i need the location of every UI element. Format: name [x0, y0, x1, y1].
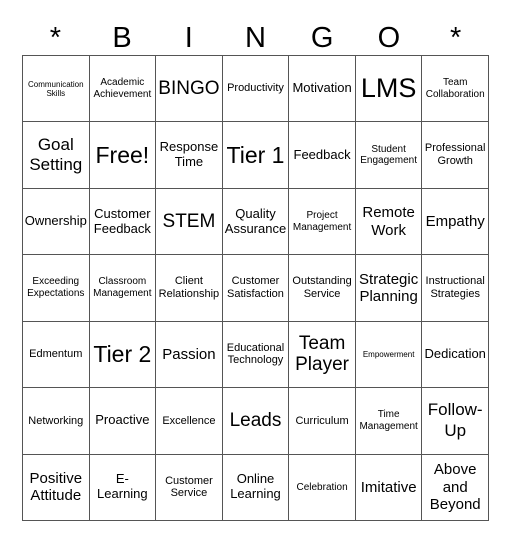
bingo-cell[interactable]: Strategic Planning [355, 255, 423, 322]
header-letter: G [310, 22, 334, 54]
header-letter: N [245, 22, 266, 54]
bingo-cell[interactable]: Project Management [289, 188, 356, 256]
bingo-cell[interactable]: Team Collaboration [422, 56, 489, 123]
bingo-cell[interactable]: Above and Beyond [422, 454, 489, 521]
bingo-cell[interactable]: Customer Satisfaction [222, 255, 290, 322]
bingo-cell[interactable]: Exceeding Expectations [23, 255, 90, 322]
bingo-cell[interactable]: Tier 1 [222, 122, 290, 189]
header-letter: I [184, 22, 193, 54]
bingo-cell[interactable]: Motivation [289, 56, 356, 123]
bingo-cell[interactable]: Empowerment [355, 321, 423, 389]
bingo-card-grid: Communication Skills Academic Achievement… [22, 55, 489, 521]
bingo-cell[interactable]: Team Player [289, 321, 356, 389]
bingo-cell[interactable]: Edmentum [23, 321, 90, 389]
bingo-cell[interactable]: Leads [222, 388, 290, 455]
bingo-cell[interactable]: Client Relationship [156, 255, 223, 322]
bingo-cell[interactable]: Ownership [23, 188, 90, 256]
bingo-cell[interactable]: Tier 2 [89, 321, 157, 389]
bingo-cell[interactable]: Academic Achievement [89, 56, 157, 123]
bingo-cell[interactable]: Feedback [289, 122, 356, 189]
bingo-cell[interactable]: Goal Setting [23, 122, 90, 189]
header-letter: B [112, 22, 132, 54]
bingo-cell[interactable]: Classroom Management [89, 255, 157, 322]
bingo-cell[interactable]: E-Learning [89, 454, 157, 521]
bingo-cell[interactable]: Professional Growth [422, 122, 489, 189]
bingo-cell[interactable]: Celebration [289, 454, 356, 521]
header-letter: O [377, 22, 401, 54]
header-letter: * [449, 22, 462, 54]
bingo-cell[interactable]: Follow-Up [422, 388, 489, 455]
bingo-cell[interactable]: Response Time [156, 122, 223, 189]
bingo-cell[interactable]: BINGO [156, 56, 223, 123]
bingo-cell[interactable]: Proactive [89, 388, 157, 455]
bingo-cell[interactable]: LMS [355, 56, 423, 123]
bingo-cell[interactable]: Online Learning [222, 454, 290, 521]
bingo-cell[interactable]: Educational Technology [222, 321, 290, 389]
bingo-cell[interactable]: Curriculum [289, 388, 356, 455]
bingo-cell[interactable]: Free! [89, 122, 157, 189]
bingo-cell[interactable]: Positive Attitude [23, 454, 90, 521]
bingo-cell[interactable]: Passion [156, 321, 223, 389]
bingo-cell[interactable]: Networking [23, 388, 90, 455]
bingo-cell[interactable]: Time Management [355, 388, 423, 455]
bingo-cell[interactable]: Quality Assurance [222, 188, 290, 256]
bingo-cell[interactable]: Remote Work [355, 188, 423, 256]
bingo-cell[interactable]: Empathy [422, 188, 489, 256]
bingo-cell[interactable]: Outstanding Service [289, 255, 356, 322]
bingo-cell[interactable]: Excellence [156, 388, 223, 455]
bingo-cell[interactable]: Productivity [222, 56, 290, 123]
bingo-cell[interactable]: Instructional Strategies [422, 255, 489, 322]
bingo-cell[interactable]: Customer Feedback [89, 188, 157, 256]
bingo-cell[interactable]: Imitative [355, 454, 423, 521]
bingo-cell[interactable]: STEM [156, 188, 223, 256]
bingo-cell[interactable]: Student Engagement [355, 122, 423, 189]
bingo-cell[interactable]: Communication Skills [23, 56, 90, 123]
bingo-cell[interactable]: Customer Service [156, 454, 223, 521]
bingo-header: * B I N G O * [22, 20, 489, 56]
bingo-cell[interactable]: Dedication [422, 321, 489, 389]
header-letter: * [49, 22, 61, 54]
